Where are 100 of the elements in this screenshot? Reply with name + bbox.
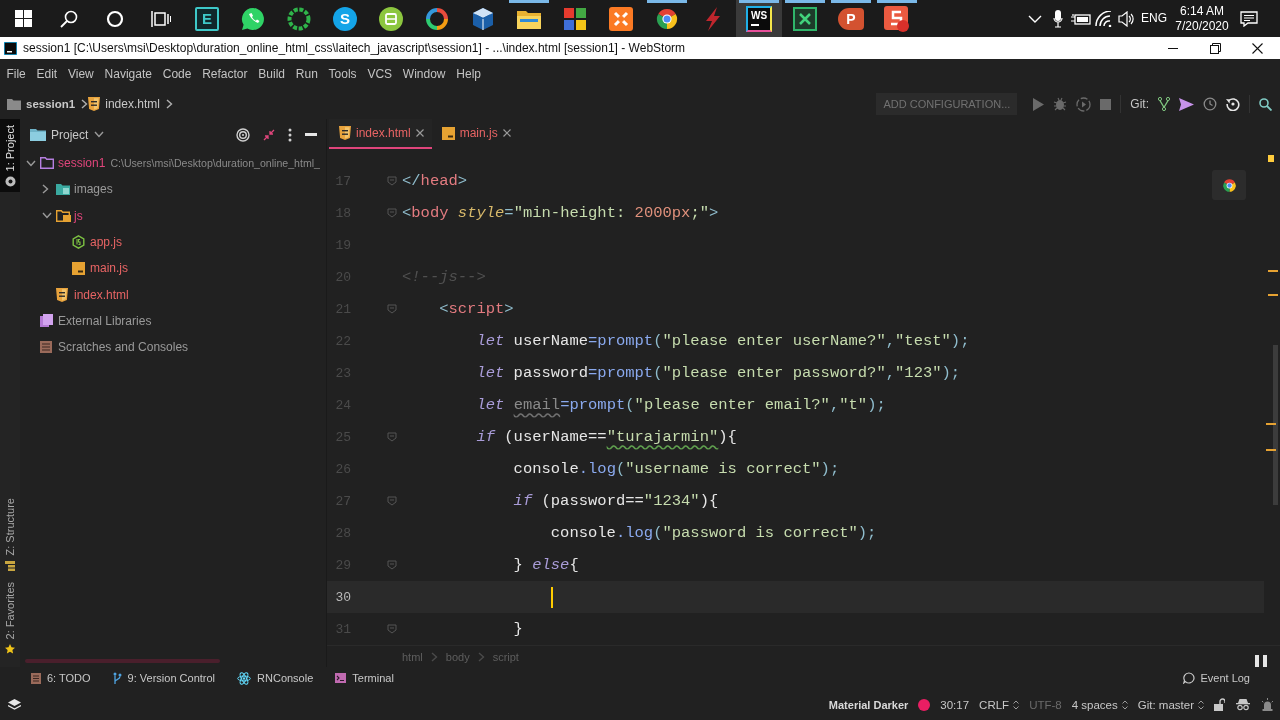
- tool-window-button[interactable]: RNConsole: [237, 671, 314, 685]
- cube-icon[interactable]: [471, 6, 495, 31]
- battery-icon[interactable]: [1070, 12, 1091, 25]
- panel-title[interactable]: Project: [51, 127, 89, 142]
- notification-icon[interactable]: [1240, 10, 1258, 27]
- fold-marker-icon[interactable]: [387, 560, 397, 570]
- tree-item[interactable]: index.html: [74, 287, 129, 302]
- warning-marker-icon[interactable]: [1268, 294, 1278, 296]
- breadcrumb-item[interactable]: index.html: [105, 97, 160, 111]
- tree-item[interactable]: session1: [58, 156, 106, 171]
- circle-icon[interactable]: [106, 9, 124, 28]
- tool-window-tab[interactable]: 2: Favorites: [0, 575, 20, 659]
- square-logo-icon[interactable]: [609, 6, 633, 31]
- round-logo-button[interactable]: [1212, 170, 1246, 200]
- slides-logo-icon[interactable]: P: [838, 7, 864, 30]
- caret-position[interactable]: 30:17: [940, 698, 970, 711]
- breadcrumb-item[interactable]: session1: [26, 98, 76, 110]
- search-icon[interactable]: [1259, 97, 1272, 111]
- search-icon[interactable]: [60, 9, 78, 28]
- menu-item[interactable]: Run: [290, 67, 324, 81]
- square-logo-icon[interactable]: [884, 5, 910, 32]
- clock-time[interactable]: 6:14 AM: [1180, 3, 1224, 19]
- menu-item[interactable]: Tools: [323, 67, 362, 81]
- clock-date[interactable]: 7/20/2020: [1175, 18, 1229, 34]
- clock-icon[interactable]: [1203, 97, 1217, 111]
- hat-glasses-icon[interactable]: [1236, 698, 1250, 711]
- menu-item[interactable]: File: [1, 67, 32, 81]
- play-icon[interactable]: [1033, 97, 1045, 111]
- warning-marker-icon[interactable]: [1266, 423, 1276, 425]
- event-log-button[interactable]: Event Log: [1200, 672, 1250, 684]
- scrollbar-thumb[interactable]: [25, 659, 220, 663]
- status-marker-icon[interactable]: [1268, 155, 1274, 162]
- branch-label[interactable]: Git: master: [1137, 698, 1194, 711]
- kebab-menu-icon[interactable]: [288, 127, 292, 142]
- ring-icon[interactable]: [287, 6, 311, 31]
- stop-icon[interactable]: [1100, 98, 1112, 110]
- menu-item[interactable]: Build: [252, 67, 291, 81]
- tool-window-tab[interactable]: Z: Structure: [0, 492, 20, 576]
- tree-item[interactable]: Scratches and Consoles: [58, 340, 189, 355]
- bug-icon[interactable]: [1053, 97, 1068, 111]
- fold-marker-icon[interactable]: [387, 208, 397, 218]
- indent-label[interactable]: 4 spaces: [1071, 698, 1118, 711]
- open-padlock-icon[interactable]: [1214, 698, 1225, 711]
- language-indicator[interactable]: ENG: [1141, 11, 1167, 26]
- tool-window-button[interactable]: 9: Version Control: [112, 672, 216, 684]
- chevron-down-icon[interactable]: [42, 212, 52, 220]
- close-icon[interactable]: [502, 129, 511, 137]
- menu-item[interactable]: Edit: [31, 67, 63, 81]
- folder-icon[interactable]: [517, 8, 541, 29]
- circular-arrow-icon[interactable]: [1226, 97, 1240, 111]
- menu-item[interactable]: Window: [397, 67, 451, 81]
- fold-marker-icon[interactable]: [387, 304, 397, 314]
- play-circle-icon[interactable]: [1076, 96, 1092, 112]
- chat-bubble-icon[interactable]: [241, 6, 265, 31]
- restore-icon[interactable]: [1209, 42, 1221, 54]
- round-logo-icon[interactable]: [655, 6, 679, 31]
- collapse-arrows-icon[interactable]: [263, 128, 275, 141]
- branch-icon[interactable]: [1158, 97, 1170, 111]
- square-logo-icon[interactable]: WS: [746, 5, 772, 32]
- fold-marker-icon[interactable]: [387, 432, 397, 442]
- menu-item[interactable]: Code: [157, 67, 197, 81]
- chevron-right-icon[interactable]: [42, 184, 49, 195]
- speaker-icon[interactable]: [1117, 10, 1136, 27]
- wifi-icon[interactable]: [1094, 10, 1113, 27]
- tree-item[interactable]: js: [74, 208, 83, 223]
- tool-window-tab[interactable]: 1: Project: [0, 119, 20, 193]
- editor-tab[interactable]: main.js: [431, 119, 519, 149]
- lightning-icon[interactable]: [703, 6, 723, 31]
- scrollbar-thumb[interactable]: [1273, 345, 1278, 505]
- warning-marker-icon[interactable]: [1268, 270, 1278, 272]
- menu-item[interactable]: VCS: [362, 67, 398, 81]
- squares-logo-icon[interactable]: [563, 6, 587, 31]
- fold-marker-icon[interactable]: [387, 496, 397, 506]
- close-icon[interactable]: [1251, 42, 1263, 54]
- round-logo-icon[interactable]: [1221, 177, 1237, 193]
- menu-item[interactable]: Help: [450, 67, 487, 81]
- theme-label[interactable]: Material Darker: [828, 698, 909, 711]
- microphone-icon[interactable]: [1052, 9, 1063, 28]
- fold-marker-icon[interactable]: [387, 176, 397, 186]
- color-ring-icon[interactable]: [425, 6, 449, 31]
- task-view-icon[interactable]: [151, 10, 171, 27]
- target-icon[interactable]: [236, 127, 250, 142]
- taskbar-button[interactable]: E: [184, 0, 230, 37]
- tool-window-button[interactable]: Terminal: [335, 672, 394, 684]
- line-separator-label[interactable]: CRLF: [979, 698, 1010, 711]
- send-arrow-icon[interactable]: [1179, 97, 1194, 111]
- chevron-down-icon[interactable]: [26, 159, 36, 167]
- layers-icon[interactable]: [8, 698, 21, 711]
- fold-marker-icon[interactable]: [387, 624, 397, 634]
- minimize-icon[interactable]: [1168, 47, 1178, 49]
- menu-item[interactable]: Navigate: [99, 67, 158, 81]
- tree-item[interactable]: app.js: [90, 235, 123, 250]
- disc-logo-icon[interactable]: [379, 6, 403, 31]
- tree-item[interactable]: images: [74, 182, 113, 197]
- tree-item[interactable]: main.js: [90, 261, 128, 276]
- taskbar-button[interactable]: P: [828, 0, 874, 37]
- tile-logo-icon[interactable]: E: [195, 6, 219, 31]
- menu-item[interactable]: View: [62, 67, 100, 81]
- tree-item[interactable]: External Libraries: [58, 313, 152, 328]
- taskbar-button[interactable]: WS: [736, 0, 782, 37]
